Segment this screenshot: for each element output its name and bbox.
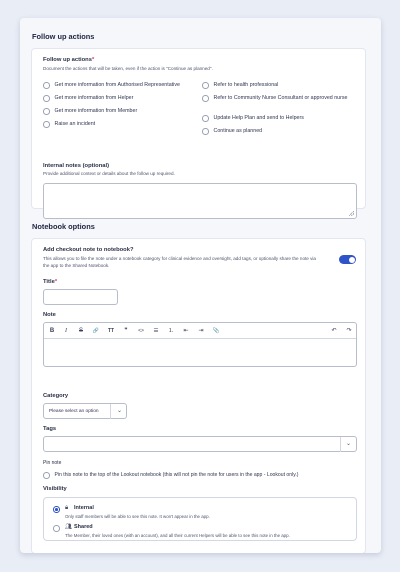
visibility-label: Visibility <box>43 486 67 492</box>
undo-icon[interactable]: ↶ <box>330 327 338 335</box>
option-get-info-helper[interactable]: Get more information from Helper <box>43 95 198 102</box>
visibility-group: 🔒︎ Internal Only staff members will be a… <box>43 497 357 541</box>
follow-up-panel: Follow up actions* Document the actions … <box>31 48 366 219</box>
code-icon[interactable]: <> <box>137 327 145 335</box>
visibility-internal-radio[interactable] <box>53 506 60 513</box>
redo-icon[interactable]: ↷ <box>345 327 353 335</box>
pin-checkbox[interactable] <box>43 472 50 479</box>
visibility-internal-desc: Only staff members will be able to see t… <box>65 514 210 519</box>
lock-icon: 🔒︎ <box>65 505 69 511</box>
option-refer-health-professional[interactable]: Refer to health professional <box>202 82 362 89</box>
internal-notes-help: Provide additional context or details ab… <box>43 171 175 176</box>
checkbox[interactable] <box>43 121 50 128</box>
follow-up-actions-label: Follow up actions* <box>43 57 95 63</box>
option-get-info-authorised-rep[interactable]: Get more information from Authorised Rep… <box>43 82 198 89</box>
checkbox[interactable] <box>202 115 209 122</box>
toggle-knob <box>348 256 355 263</box>
visibility-internal-title: Internal <box>74 505 94 511</box>
note-label: Note <box>43 312 56 318</box>
category-placeholder: Please select an option <box>49 409 99 414</box>
title-input[interactable] <box>43 289 118 305</box>
numbered-list-icon[interactable]: ⒈ <box>167 327 175 335</box>
pin-note-label: Pin note <box>43 460 62 466</box>
checkout-note-help: This allows you to file the note under a… <box>43 256 316 268</box>
notebook-panel: Add checkout note to notebook? This allo… <box>31 238 366 553</box>
attach-icon[interactable]: 📎 <box>212 327 220 335</box>
select-divider <box>340 437 341 452</box>
internal-notes-value <box>44 184 356 190</box>
checkbox[interactable] <box>202 82 209 89</box>
option-raise-incident[interactable]: Raise an incident <box>43 121 198 128</box>
visibility-shared-radio[interactable] <box>53 525 60 532</box>
category-label: Category <box>43 393 69 399</box>
checkbox[interactable] <box>202 128 209 135</box>
checkbox[interactable] <box>43 108 50 115</box>
follow-up-section-title: Follow up actions <box>32 32 95 41</box>
strikethrough-icon[interactable]: S <box>77 327 85 335</box>
bold-icon[interactable]: B <box>48 327 56 335</box>
internal-notes-label: Internal notes (optional) <box>43 163 110 169</box>
visibility-shared-desc: The Member, their loved ones (with an ac… <box>65 533 290 538</box>
indent-icon[interactable]: ⇥ <box>197 327 205 335</box>
notebook-section-title: Notebook options <box>32 222 95 231</box>
visibility-shared-title: Shared <box>74 524 93 530</box>
people-icon: 👥︎ <box>65 524 72 530</box>
checkbox[interactable] <box>43 95 50 102</box>
italic-icon[interactable]: I <box>62 327 70 335</box>
option-update-help-plan[interactable]: Update Help Plan and send to Helpers <box>202 115 362 122</box>
editor-toolbar: B I S 🔗 TT ❞ <> ☰ ⒈ ⇤ ⇥ 📎 ↶ ↷ <box>44 323 356 339</box>
pin-note-option[interactable]: Pin this note to the top of the Lookout … <box>43 472 363 479</box>
checkout-note-toggle[interactable] <box>339 255 356 264</box>
select-divider <box>110 404 111 419</box>
checkbox[interactable] <box>43 82 50 89</box>
bullet-list-icon[interactable]: ☰ <box>152 327 160 335</box>
tags-label: Tags <box>43 426 57 432</box>
title-label: Title* <box>43 279 58 285</box>
note-editor[interactable]: B I S 🔗 TT ❞ <> ☰ ⒈ ⇤ ⇥ 📎 ↶ ↷ <box>43 322 357 367</box>
heading-icon[interactable]: TT <box>107 327 115 335</box>
category-select[interactable]: Please select an option ⌄ <box>43 403 127 419</box>
checkbox[interactable] <box>202 95 209 102</box>
chevron-down-icon: ⌄ <box>117 408 123 414</box>
internal-notes-textarea[interactable] <box>43 183 357 219</box>
checkout-note-label: Add checkout note to notebook? <box>43 247 134 253</box>
option-continue-as-planned[interactable]: Continue as planned <box>202 128 362 135</box>
option-refer-community-nurse[interactable]: Refer to Community Nurse Consultant or a… <box>202 95 362 102</box>
outdent-icon[interactable]: ⇤ <box>182 327 190 335</box>
resize-handle-icon[interactable] <box>349 211 354 216</box>
tags-select[interactable]: ⌄ <box>43 436 357 452</box>
option-get-info-member[interactable]: Get more information from Member <box>43 108 198 115</box>
quote-icon[interactable]: ❞ <box>122 327 130 335</box>
link-icon[interactable]: 🔗 <box>92 327 100 335</box>
follow-up-actions-help: Document the actions that will be taken,… <box>43 66 213 71</box>
chevron-down-icon[interactable]: ⌄ <box>346 440 351 447</box>
title-value <box>44 290 117 298</box>
checkout-form-card: Follow up actions Follow up actions* Doc… <box>20 18 381 553</box>
